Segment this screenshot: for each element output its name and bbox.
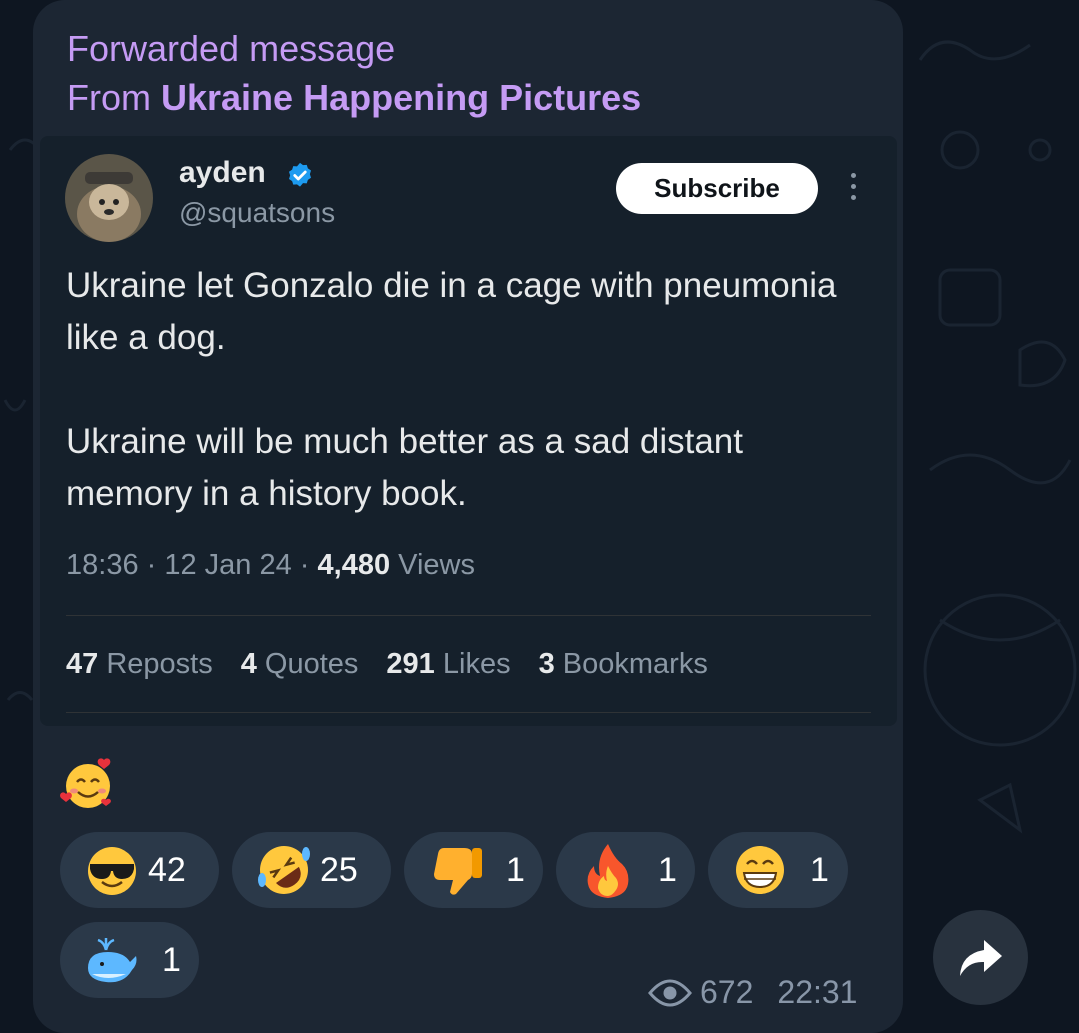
tweet-author-name: ayden — [179, 156, 266, 189]
more-options-icon[interactable] — [846, 173, 860, 205]
forwarded-channel-name[interactable]: Ukraine Happening Pictures — [161, 77, 641, 118]
beaming-face-icon — [736, 846, 784, 894]
reaction-sunglasses[interactable]: 42 — [60, 832, 219, 908]
reaction-fire[interactable]: 1 — [556, 832, 695, 908]
divider — [66, 615, 871, 616]
reaction-count: 1 — [506, 850, 525, 889]
reaction-whale[interactable]: 1 — [60, 922, 199, 998]
reaction-count: 25 — [320, 850, 358, 889]
bookmarks-stat: 3 Bookmarks — [538, 648, 708, 680]
subscribe-button[interactable]: Subscribe — [616, 163, 818, 214]
tweet-date: 12 Jan 24 — [164, 549, 292, 581]
reposts-stat: 47 Reposts — [66, 648, 213, 680]
quotes-stat: 4 Quotes — [240, 648, 359, 680]
avatar — [65, 154, 153, 242]
tweet-stats: 47 Reposts 4 Quotes 291 Likes 3 Bookmark… — [66, 648, 736, 681]
spouting-whale-icon — [88, 938, 137, 983]
tweet-paragraph-1: Ukraine let Gonzalo die in a cage with p… — [66, 266, 837, 357]
eye-icon — [648, 979, 692, 1006]
share-button[interactable] — [933, 910, 1028, 1005]
reaction-count: 1 — [162, 940, 181, 979]
reaction-grin[interactable]: 1 — [708, 832, 848, 908]
smiling-face-with-hearts-icon — [60, 758, 111, 808]
tweet-time: 18:36 — [66, 549, 139, 581]
message-footer: 672 22:31 — [648, 974, 857, 1011]
divider — [66, 712, 871, 713]
message-views: 672 — [700, 974, 754, 1010]
message-time: 22:31 — [777, 974, 858, 1010]
tweet-views-label: Views — [398, 549, 476, 581]
reaction-thumbs-down[interactable]: 1 — [404, 832, 543, 908]
forwarded-from[interactable]: From Ukraine Happening Pictures — [67, 77, 641, 119]
reaction-rofl[interactable]: 25 — [232, 832, 391, 908]
thumbs-down-icon — [434, 848, 482, 895]
smiling-face-with-sunglasses-icon — [88, 847, 136, 895]
reaction-count: 1 — [658, 850, 677, 889]
reaction-count: 1 — [810, 850, 829, 889]
reaction-count: 42 — [148, 850, 186, 889]
tweet-author-handle: @squatsons — [179, 197, 336, 228]
tweet-paragraph-2: Ukraine will be much better as a sad dis… — [66, 422, 743, 513]
likes-stat: 291 Likes — [386, 648, 511, 680]
rolling-on-floor-laughing-icon — [258, 846, 310, 894]
tweet-views-count: 4,480 — [317, 549, 391, 581]
fire-icon — [587, 844, 629, 898]
share-arrow-icon — [959, 939, 1002, 976]
forwarded-from-prefix: From — [67, 77, 161, 118]
forwarded-header: Forwarded message — [67, 28, 396, 69]
tweet-meta: 18:36 · 12 Jan 24 · 4,480 Views — [66, 549, 476, 581]
verified-badge-icon — [289, 162, 311, 187]
